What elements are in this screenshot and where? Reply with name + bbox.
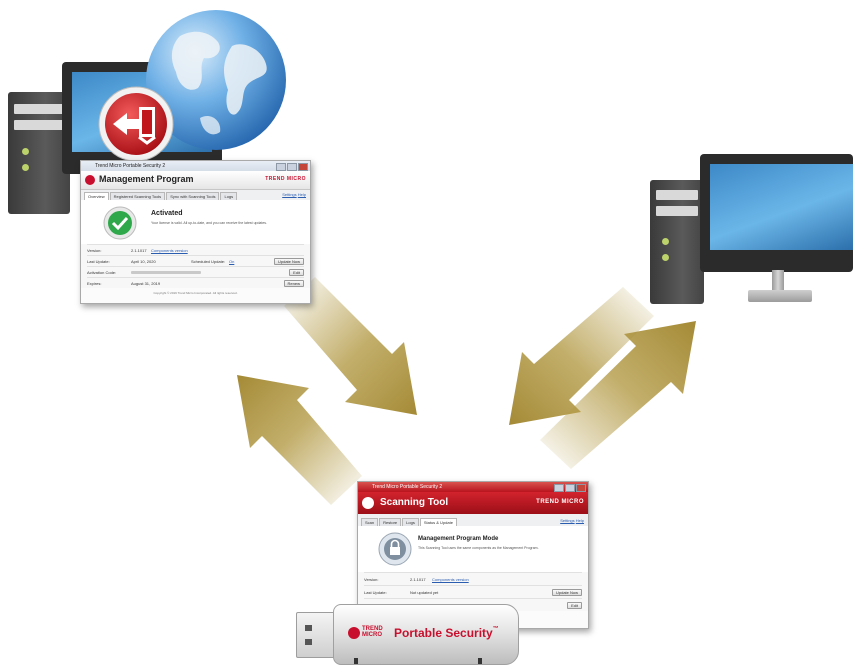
tab-logs[interactable]: Logs [402,518,419,526]
help-link[interactable]: Help [576,518,584,523]
mode-text: This Scanning Tool uses the same compone… [418,546,539,550]
management-header: Management Program TREND MICRO [81,171,310,190]
right-monitor-base [748,290,812,302]
tab-logs[interactable]: Logs [220,192,238,200]
settings-link[interactable]: Settings [560,518,574,523]
usb-drive-icon: TREND MICRO Portable Security™ [333,604,519,665]
expires-label: Expires: [87,280,102,286]
last-update-value: Not updated yet [410,589,439,595]
update-now-button[interactable]: Update Now [551,589,582,596]
last-update-label: Last Update: [87,258,110,264]
update-now-button[interactable]: Update Now [273,258,304,265]
mode-title: Management Program Mode [418,536,499,542]
brand-logo: TREND MICRO [265,176,306,182]
version-label: Version: [87,247,102,253]
version-value: 2.1.1017 [410,576,426,582]
last-update-value: April 10, 2020 [131,258,156,264]
help-link[interactable]: Help [298,192,306,197]
window-title: Trend Micro Portable Security 2 [95,163,166,169]
tab-overview[interactable]: Overview [84,192,109,200]
trademark-mark: ™ [492,626,499,632]
version-label: Version: [364,576,379,582]
settings-link[interactable]: Settings [282,192,296,197]
copyright-footer: Copyright © 2019 Trend Micro Incorporate… [153,291,238,295]
window-controls[interactable] [554,484,586,492]
status-title: Activated [151,210,183,217]
expires-value: August 31, 2019 [131,280,161,286]
right-pc-monitor [700,154,853,272]
usb-brand-logo-icon [348,627,360,639]
usb-connector [296,612,338,658]
edit-button[interactable]: Edit [289,269,304,276]
management-header-title: Management Program [99,174,194,184]
scheduled-update-value[interactable]: On [229,259,234,264]
management-program-window: Trend Micro Portable Security 2 Manageme… [80,160,311,304]
app-logo-icon [85,175,95,185]
scanning-window-titlebar: Trend Micro Portable Security 2 [358,482,588,492]
window-title: Trend Micro Portable Security 2 [372,484,443,490]
scanning-tabs: Scan Restore Logs Status & Update Settin… [358,514,588,526]
management-tabs: Overview Registered Scanning Tools Sync … [81,190,310,200]
version-value: 2.1.1017 [131,247,147,253]
status-text: Your license is valid. All up-to-date, a… [151,221,268,225]
checkmark-icon [103,206,137,240]
window-controls[interactable] [276,163,308,171]
tab-restore[interactable]: Restore [379,518,402,526]
mode-status-panel: Management Program Mode This Scanning To… [358,526,588,572]
management-window-titlebar: Trend Micro Portable Security 2 [81,161,310,171]
lock-badge-icon [378,532,412,566]
tab-status-update[interactable]: Status & Update [419,518,457,526]
scanning-header: Scanning Tool TREND MICRO [358,492,588,514]
components-version-link[interactable]: Components version [151,248,188,253]
tab-scan[interactable]: Scan [361,518,379,526]
right-pc-tower [650,180,704,304]
tab-registered-scanning-tools[interactable]: Registered Scanning Tools [109,192,166,200]
scheduled-update-label: Scheduled Update: [191,258,226,264]
edit-button[interactable]: Edit [567,602,582,609]
exit-icon [98,86,174,162]
tab-sync[interactable]: Sync with Scanning Tools [166,192,220,200]
app-logo-icon [362,497,374,509]
last-update-label: Last Update: [364,589,387,595]
usb-product-name: Portable Security™ [394,626,499,640]
usb-brand-text: TREND MICRO [362,626,383,638]
license-info-table: Version: 2.1.1017 Components version Las… [81,244,310,288]
activation-code-label: Activation Code: [87,269,117,275]
right-monitor-stand [772,270,784,292]
brand-logo: TREND MICRO [536,499,584,505]
components-version-link[interactable]: Components version [432,577,469,582]
left-pc-tower [8,92,70,214]
usb-product-label: Portable Security [394,626,493,640]
arrow-up-left [237,375,362,505]
scanning-header-title: Scanning Tool [380,497,449,508]
renew-button[interactable]: Renew [283,280,304,287]
activation-status-panel: Activated Your license is valid. All up-… [81,200,310,244]
activation-code-value [131,270,201,274]
